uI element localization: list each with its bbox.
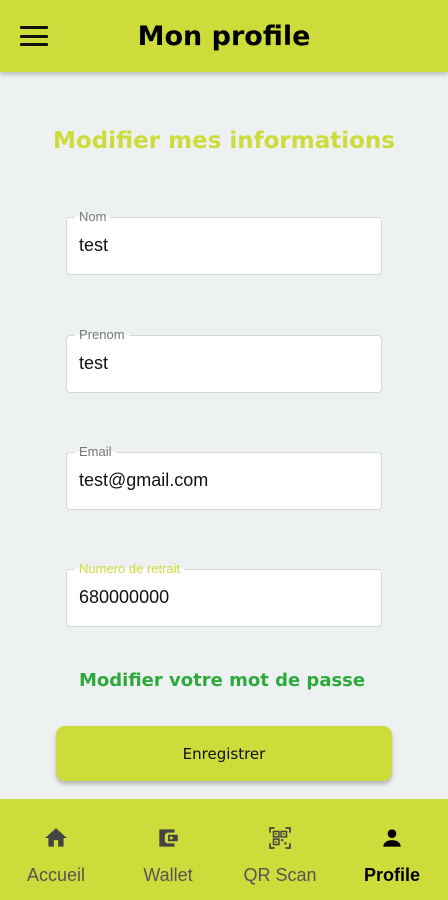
qr-scan-icon [269, 827, 291, 849]
nav-label-qr-scan: QR Scan [243, 865, 317, 885]
nom-label: Nom [75, 209, 111, 224]
change-password-link[interactable]: Modifier votre mot de passe [79, 670, 365, 691]
hamburger-menu-icon[interactable] [20, 26, 48, 46]
nav-label-accueil: Accueil [26, 865, 86, 885]
app-bar: Mon profile [0, 0, 448, 72]
prenom-field: Prenom [66, 327, 382, 393]
prenom-label: Prenom [75, 327, 129, 342]
email-input[interactable] [79, 467, 369, 493]
prenom-input[interactable] [79, 350, 369, 376]
person-icon [383, 829, 401, 847]
nav-item-profile[interactable]: Profile [336, 799, 448, 900]
email-field: Email [66, 444, 382, 510]
nav-item-accueil[interactable]: Accueil [0, 799, 112, 900]
nom-input[interactable] [79, 232, 369, 258]
nav-item-wallet[interactable]: Wallet [112, 799, 224, 900]
nav-label-profile: Profile [363, 865, 420, 885]
wallet-icon [159, 829, 178, 847]
nav-label-wallet: Wallet [143, 865, 193, 885]
nav-item-qr-scan[interactable]: QR Scan [224, 799, 336, 900]
numero-retrait-input[interactable] [79, 584, 369, 610]
home-icon [45, 828, 67, 847]
form-title: Modifier mes informations [53, 128, 395, 154]
numero-retrait-field: Numero de retrait [66, 561, 382, 627]
bottom-navigation: Accueil Wallet QR Scan Profile [0, 799, 448, 900]
email-label: Email [75, 444, 116, 459]
nom-field: Nom [66, 209, 382, 275]
numero-retrait-label: Numero de retrait [75, 561, 185, 576]
page-title: Mon profile [137, 20, 311, 52]
save-button[interactable]: Enregistrer [56, 726, 392, 781]
